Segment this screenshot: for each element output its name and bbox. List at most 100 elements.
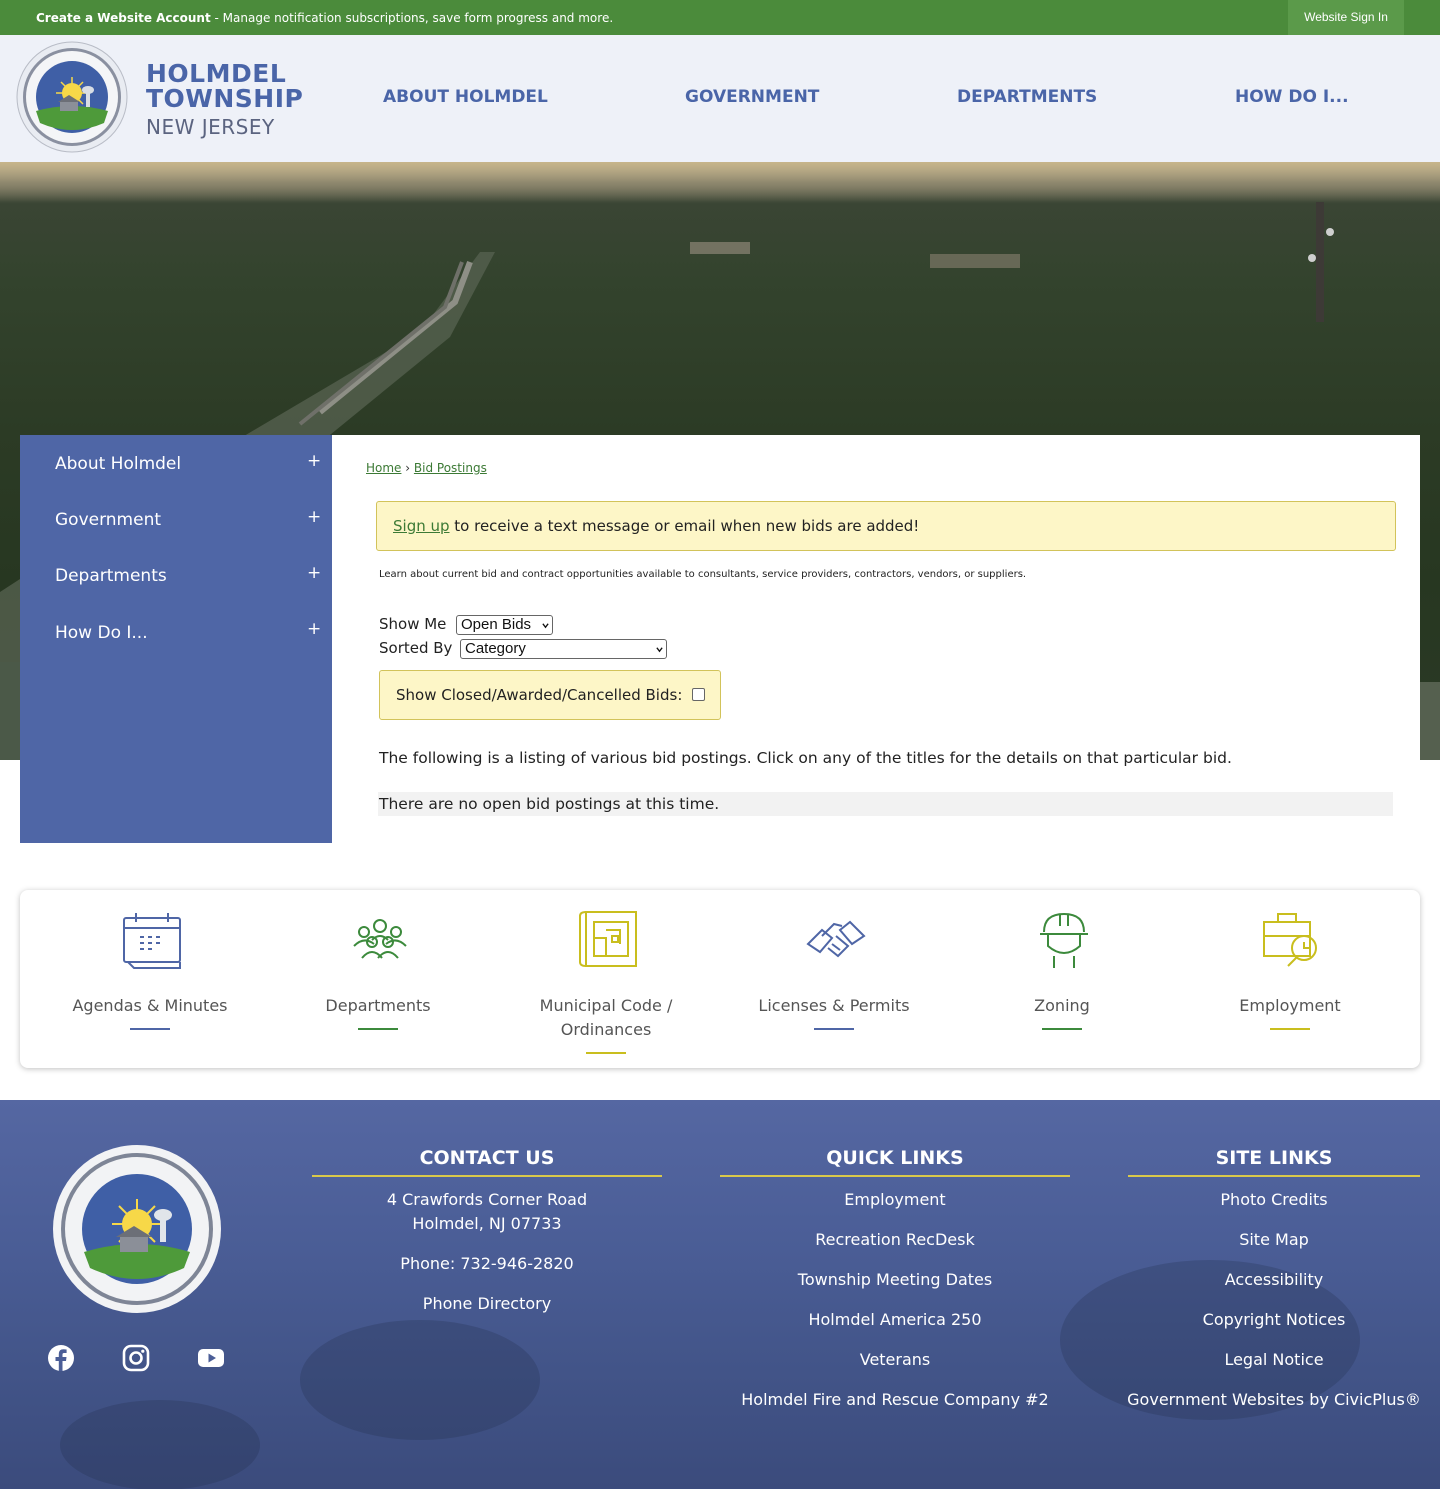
- show-closed-bids-label: Show Closed/Awarded/Cancelled Bids:: [396, 686, 683, 704]
- briefcase-search-icon: [1263, 913, 1317, 967]
- quick-link-label: Licenses & Permits: [758, 996, 910, 1015]
- chevron-down-icon: [542, 623, 549, 629]
- footer-phone: Phone: 732-946-2820: [400, 1254, 574, 1273]
- quick-link-underline: [814, 1028, 854, 1030]
- sidebar-item-government[interactable]: Government: [55, 510, 161, 530]
- brand-name-line2: TOWNSHIP: [146, 84, 304, 113]
- show-me-label: Show Me: [379, 615, 447, 633]
- footer-site-link[interactable]: Photo Credits: [1118, 1190, 1430, 1209]
- footer-site-link[interactable]: Legal Notice: [1118, 1350, 1430, 1369]
- breadcrumb-home-link[interactable]: Home: [366, 461, 401, 475]
- footer-quick-link[interactable]: Veterans: [720, 1350, 1070, 1369]
- signup-notice: Sign up to receive a text message or ema…: [376, 501, 1396, 551]
- footer-site-links-column: Photo Credits Site Map Accessibility Cop…: [1118, 1190, 1430, 1420]
- sign-in-button[interactable]: Website Sign In: [1288, 0, 1404, 35]
- signup-text: to receive a text message or email when …: [449, 517, 920, 535]
- nav-departments[interactable]: DEPARTMENTS: [957, 87, 1097, 107]
- footer-phone-directory-link[interactable]: Phone Directory: [312, 1294, 662, 1313]
- sorted-by-label: Sorted By: [379, 639, 453, 657]
- footer-site-link[interactable]: Copyright Notices: [1118, 1310, 1430, 1329]
- footer-texture: [60, 1400, 260, 1489]
- no-bids-message: There are no open bid postings at this t…: [379, 795, 720, 813]
- footer-site-link[interactable]: Accessibility: [1118, 1270, 1430, 1289]
- hard-hat-worker-icon: [1040, 912, 1088, 968]
- quick-link-label: Municipal Code / Ordinances: [492, 994, 720, 1042]
- show-me-select-value: Open Bids: [461, 616, 532, 633]
- sorted-by-select[interactable]: Category: [460, 639, 667, 659]
- breadcrumb: Home › Bid Postings: [366, 461, 487, 475]
- breadcrumb-current-link[interactable]: Bid Postings: [414, 461, 487, 475]
- footer-quick-links-column: Employment Recreation RecDesk Township M…: [720, 1190, 1070, 1420]
- footer-township-seal-logo[interactable]: [52, 1144, 222, 1314]
- listing-description: The following is a listing of various bi…: [379, 749, 1232, 767]
- sidebar-nav: About Holmdel + Government + Departments…: [20, 435, 332, 843]
- footer-texture: [300, 1320, 540, 1440]
- footer-contact-heading: CONTACT US: [312, 1147, 662, 1177]
- facebook-icon[interactable]: [47, 1344, 75, 1372]
- blueprint-icon: [579, 910, 637, 968]
- quick-link-underline: [586, 1052, 626, 1054]
- sidebar-item-how-do-i[interactable]: How Do I...: [55, 623, 148, 643]
- quick-link-label: Agendas & Minutes: [72, 996, 228, 1015]
- quick-link-underline: [130, 1028, 170, 1030]
- quick-link-label-line2: Ordinances: [560, 1020, 652, 1039]
- footer-contact-column: 4 Crawfords Corner Road Holmdel, NJ 0773…: [312, 1190, 662, 1320]
- quick-link-municipal-code[interactable]: Municipal Code / Ordinances: [492, 890, 720, 1068]
- show-me-select[interactable]: Open Bids: [456, 615, 553, 635]
- quick-link-label: Employment: [1239, 996, 1341, 1015]
- youtube-icon[interactable]: [197, 1344, 225, 1372]
- footer-quick-link[interactable]: Recreation RecDesk: [720, 1230, 1070, 1249]
- nav-government[interactable]: GOVERNMENT: [685, 87, 819, 107]
- sidebar-item-departments[interactable]: Departments: [55, 566, 167, 586]
- account-banner-message: Create a Website Account - Manage notifi…: [36, 11, 613, 25]
- quick-links-bar: Agendas & Minutes Departments Municipal …: [20, 890, 1420, 1068]
- nav-how-do-i[interactable]: HOW DO I...: [1235, 87, 1349, 107]
- chevron-down-icon: [656, 647, 663, 653]
- signup-link[interactable]: Sign up: [393, 517, 450, 535]
- footer-quick-link[interactable]: Holmdel Fire and Rescue Company #2: [720, 1390, 1070, 1409]
- footer-quick-link[interactable]: Holmdel America 250: [720, 1310, 1070, 1329]
- sidebar-expand-icon[interactable]: +: [307, 563, 321, 583]
- quick-link-label-line1: Municipal Code /: [539, 996, 673, 1015]
- township-seal-logo[interactable]: [16, 41, 128, 153]
- quick-link-underline: [1270, 1028, 1310, 1030]
- footer-site-link[interactable]: Government Websites by CivicPlus®: [1118, 1390, 1430, 1409]
- sidebar-expand-icon[interactable]: +: [307, 451, 321, 471]
- create-account-link[interactable]: Create a Website Account: [36, 11, 211, 25]
- footer-quick-link[interactable]: Township Meeting Dates: [720, 1270, 1070, 1289]
- footer-quick-link[interactable]: Employment: [720, 1190, 1070, 1209]
- quick-link-label: Zoning: [1034, 996, 1090, 1015]
- no-bids-message-row: There are no open bid postings at this t…: [378, 792, 1393, 816]
- account-banner: Create a Website Account - Manage notifi…: [0, 0, 1440, 35]
- footer-site-links-heading: SITE LINKS: [1128, 1147, 1420, 1177]
- quick-link-licenses-permits[interactable]: Licenses & Permits: [720, 890, 948, 1068]
- nav-about-holmdel[interactable]: ABOUT HOLMDEL: [383, 87, 548, 107]
- quick-link-employment[interactable]: Employment: [1176, 890, 1404, 1068]
- sorted-by-select-value: Category: [465, 640, 526, 657]
- show-closed-bids-checkbox[interactable]: [692, 688, 705, 701]
- footer-address-line2: Holmdel, NJ 07733: [412, 1214, 562, 1233]
- intro-text: Learn about current bid and contract opp…: [379, 569, 1027, 580]
- people-group-icon: [353, 919, 407, 959]
- calendar-icon: [123, 913, 181, 969]
- footer-quick-links-heading: QUICK LINKS: [720, 1147, 1070, 1177]
- instagram-icon[interactable]: [122, 1344, 150, 1372]
- handshake-icon: [806, 920, 866, 958]
- site-footer: CONTACT US 4 Crawfords Corner Road Holmd…: [0, 1100, 1440, 1489]
- sidebar-expand-icon[interactable]: +: [307, 619, 321, 639]
- quick-link-zoning[interactable]: Zoning: [948, 890, 1176, 1068]
- main-content: Home › Bid Postings Sign up to receive a…: [332, 435, 1420, 845]
- quick-link-underline: [358, 1028, 398, 1030]
- sidebar-item-about-holmdel[interactable]: About Holmdel: [55, 454, 181, 474]
- quick-link-departments[interactable]: Departments: [264, 890, 492, 1068]
- sidebar-expand-icon[interactable]: +: [307, 507, 321, 527]
- account-banner-text: - Manage notification subscriptions, sav…: [210, 11, 614, 25]
- site-header: HOLMDEL TOWNSHIP NEW JERSEY ABOUT HOLMDE…: [0, 35, 1440, 162]
- footer-site-link[interactable]: Site Map: [1118, 1230, 1430, 1249]
- quick-link-label: Departments: [325, 996, 431, 1015]
- breadcrumb-separator: ›: [405, 461, 411, 475]
- quick-link-underline: [1042, 1028, 1082, 1030]
- show-closed-bids-box: Show Closed/Awarded/Cancelled Bids:: [379, 670, 721, 720]
- footer-address-line1: 4 Crawfords Corner Road: [386, 1190, 588, 1209]
- quick-link-agendas-minutes[interactable]: Agendas & Minutes: [36, 890, 264, 1068]
